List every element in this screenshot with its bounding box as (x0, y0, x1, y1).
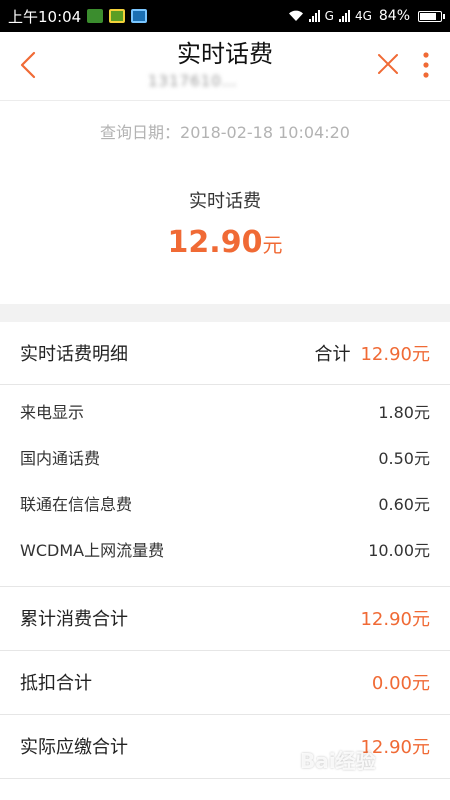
watermark: Bai经验 (300, 749, 376, 773)
wechat-notification-icon (87, 9, 104, 23)
item-value: 0.60元 (378, 495, 430, 514)
amount-number: 12.90 (167, 225, 263, 260)
more-vertical-icon[interactable] (418, 50, 434, 80)
signal-icon (308, 10, 320, 22)
detail-header-label: 实时话费明细 (20, 344, 128, 365)
list-item: 来电显示 1.80元 (0, 388, 450, 434)
divider (0, 384, 450, 385)
battery-percent: 84% (378, 8, 410, 24)
detail-header-row: 实时话费明细 合计 12.90元 (0, 322, 450, 384)
summary-amount: 12.90元 (0, 225, 450, 260)
battery-icon (418, 10, 445, 22)
wifi-icon (288, 10, 303, 21)
item-value: 1.80元 (378, 403, 430, 422)
summary-row-label: 抵扣合计 (20, 673, 92, 694)
status-left: 上午10:04 (8, 6, 148, 27)
battery-fill (420, 12, 436, 20)
app-notification-icon (109, 9, 126, 23)
summary-row-value: 0.00元 (371, 673, 430, 694)
status-right: G 4G 84% (288, 8, 445, 24)
network-type-2: 4G (354, 9, 372, 23)
summary-row-label: 累计消费合计 (20, 609, 128, 630)
item-value: 10.00元 (368, 541, 430, 560)
masked-phone-number: 1317610… (148, 72, 238, 90)
item-label: 来电显示 (20, 403, 85, 422)
list-item: WCDMA上网流量费 10.00元 (0, 526, 450, 572)
query-date: 查询日期：2018-02-18 10:04:20 (100, 123, 350, 142)
summary-row-cumulative: 累计消费合计 12.90元 (0, 587, 450, 649)
item-label: WCDMA上网流量费 (20, 541, 165, 560)
screen-notification-icon (131, 9, 148, 23)
list-item: 国内通话费 0.50元 (0, 434, 450, 480)
amount-unit: 元 (262, 233, 283, 257)
summary-row-deduction: 抵扣合计 0.00元 (0, 651, 450, 713)
total-value: 12.90元 (360, 344, 430, 365)
signal-icon-2 (338, 10, 350, 22)
status-time: 上午10:04 (8, 7, 82, 26)
detail-section: 实时话费明细 合计 12.90元 来电显示 1.80元 国内通话费 0.50元 … (0, 322, 450, 800)
header: 实时话费 1317610… (0, 32, 450, 100)
close-icon[interactable] (376, 52, 400, 76)
summary-label: 实时话费 (189, 191, 261, 212)
total-label: 合计 (314, 344, 351, 365)
summary-card: 查询日期：2018-02-18 10:04:20 实时话费 12.90元 (0, 100, 450, 304)
status-bar: 上午10:04 G 4G 84% (0, 0, 450, 32)
item-label: 国内通话费 (20, 449, 101, 468)
summary-row-value: 12.90元 (360, 609, 430, 630)
item-label: 联通在信信息费 (20, 495, 133, 514)
network-type: G (324, 9, 334, 23)
item-value: 0.50元 (378, 449, 430, 468)
list-item: 联通在信信息费 0.60元 (0, 480, 450, 526)
